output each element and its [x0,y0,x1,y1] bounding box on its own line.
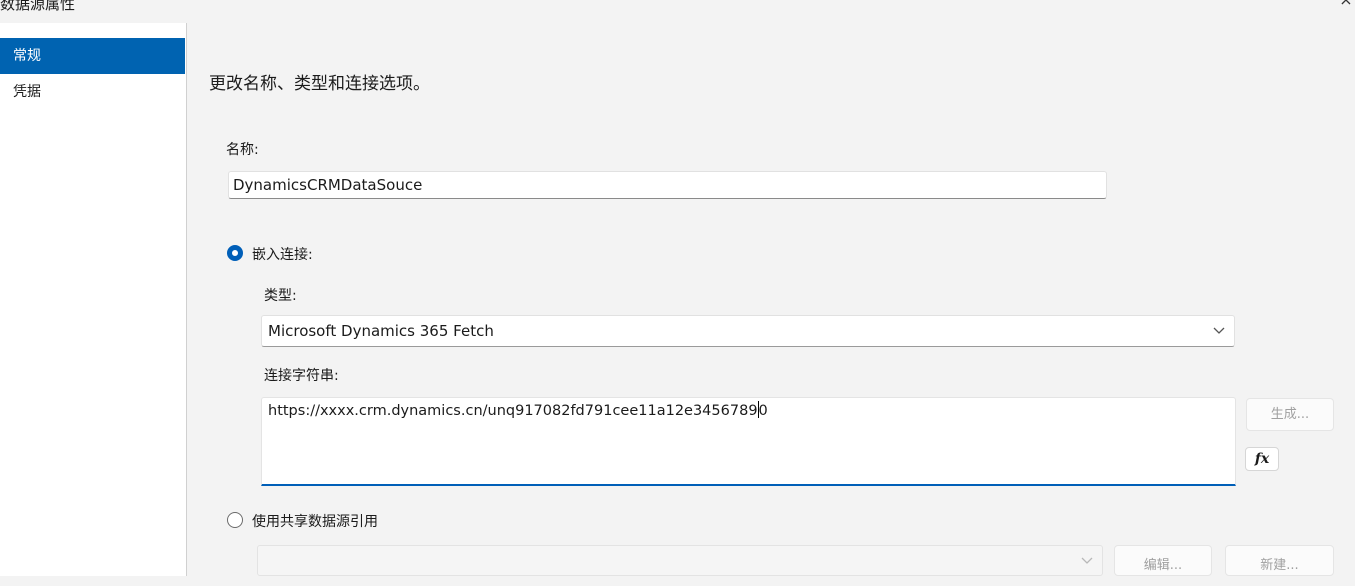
embedded-connection-label[interactable]: 嵌入连接: [252,244,313,264]
generate-button[interactable]: 生成... [1246,398,1334,431]
sidebar-item-credentials[interactable]: 凭据 [0,74,186,110]
general-panel: 更改名称、类型和连接选项。 名称: DynamicsCRMDataSouce 嵌… [187,23,1355,576]
name-input[interactable]: DynamicsCRMDataSouce [228,171,1107,199]
name-label: 名称: [226,142,259,158]
connection-string-label: 连接字符串: [264,368,339,384]
new-button[interactable]: 新建... [1225,545,1334,576]
edit-button[interactable]: 编辑... [1114,545,1212,576]
connection-string-text: https://xxxx.crm.dynamics.cn/unq917082fd… [268,403,758,419]
connection-string-text-tail: 0 [758,403,768,419]
chevron-down-icon [1213,327,1225,334]
sidebar-item-label: 常规 [13,48,41,64]
shared-data-source-label[interactable]: 使用共享数据源引用 [252,511,378,531]
sidebar-nav: 常规 凭据 [0,23,187,576]
shared-data-source-radio[interactable] [227,512,243,528]
type-dropdown-value: Microsoft Dynamics 365 Fetch [268,322,494,340]
sidebar-item-label: 凭据 [13,84,41,100]
function-icon: fx [1254,451,1270,467]
sidebar-item-general[interactable]: 常规 [0,38,185,74]
type-dropdown[interactable]: Microsoft Dynamics 365 Fetch [261,315,1235,347]
page-title: 更改名称、类型和连接选项。 [209,74,430,94]
close-button[interactable]: × [1337,0,1355,9]
window-title: 数据源属性 [0,0,76,13]
connection-string-input[interactable]: https://xxxx.crm.dynamics.cn/unq917082fd… [261,397,1236,486]
shared-data-source-dropdown[interactable] [257,545,1103,576]
expression-fx-button[interactable]: fx [1245,447,1279,471]
title-bar: 数据源属性 × [0,0,1355,22]
data-source-properties-dialog: 数据源属性 × 常规 凭据 更改名称、类型和连接选项。 名称: Dynamics… [0,0,1355,576]
type-label: 类型: [264,288,297,304]
chevron-down-icon [1081,557,1093,564]
embedded-connection-radio[interactable] [227,245,243,261]
